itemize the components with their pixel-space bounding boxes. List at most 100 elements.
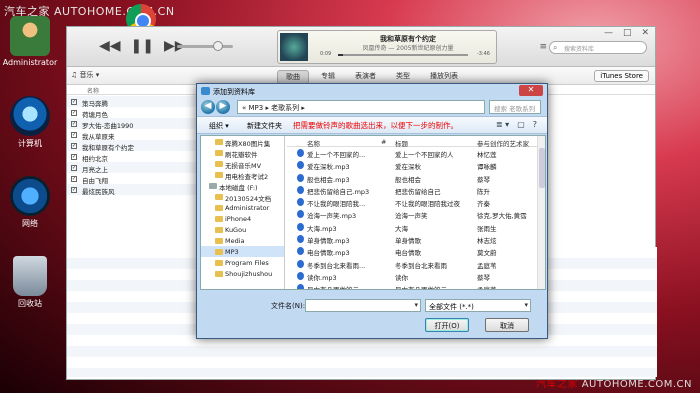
file-title: 沧海一声笑	[395, 212, 428, 221]
view-options-icon[interactable]: ≣ ▾	[496, 120, 509, 129]
filename-input[interactable]	[305, 299, 421, 312]
tree-item[interactable]: 本地磁盘 (F:)	[201, 180, 284, 192]
file-title: 爱上一个不回家的人	[395, 151, 454, 159]
tree-item[interactable]: Administrator	[201, 202, 284, 213]
song-row[interactable]: ✓ 策马奔腾	[67, 96, 197, 108]
dialog-title: 添加到资料库	[213, 88, 255, 96]
tab-songs[interactable]: 歌曲	[277, 70, 309, 84]
file-list-scrollbar[interactable]	[537, 136, 545, 289]
checkbox[interactable]: ✓	[71, 154, 77, 160]
tab-genres[interactable]: 类型	[388, 70, 418, 84]
library-search-input[interactable]: ⌕ 搜索资料库	[549, 41, 647, 54]
song-row[interactable]: ✓ 相约北京	[67, 151, 197, 163]
volume-knob[interactable]	[213, 41, 223, 51]
search-icon: ⌕	[553, 43, 558, 52]
desktop-icon-network[interactable]: 网络	[2, 176, 58, 229]
help-icon[interactable]: ?	[533, 120, 537, 129]
tree-item[interactable]: Program Files	[201, 257, 284, 268]
tree-item[interactable]: Shoujizhushou	[201, 268, 284, 279]
tab-artists[interactable]: 表演者	[347, 70, 384, 84]
list-menu-icon[interactable]: ≡	[539, 42, 547, 52]
song-row[interactable]: ✓ 荷塘月色	[67, 107, 197, 119]
window-controls: — □ ✕	[604, 28, 649, 38]
desktop-icon-administrator[interactable]: Administrator	[2, 16, 58, 67]
file-row[interactable]: 把悲伤留给自己.mp3 把悲伤留给自己 陈升	[287, 184, 543, 196]
file-artist: 莫文蔚	[477, 249, 497, 258]
checkbox[interactable]: ✓	[71, 99, 77, 105]
file-title: 读你	[395, 273, 408, 282]
file-row[interactable]: 单身情歌.mp3 单身情歌 林志炫	[287, 233, 543, 245]
song-row[interactable]: ✓ 自由飞翔	[67, 173, 197, 185]
tree-item[interactable]: 20130524文档	[201, 191, 284, 203]
checkbox[interactable]: ✓	[71, 187, 77, 193]
song-row[interactable]: ✓ 我和草原有个约定	[67, 140, 197, 152]
checkbox[interactable]: ✓	[71, 143, 77, 149]
view-controls: ≣ ▾ ▢ ?	[496, 120, 537, 129]
minimize-icon[interactable]: —	[604, 28, 613, 38]
file-row[interactable]: 沧海一声笑.mp3 沧海一声笑 徐克,罗大佑,黄霑	[287, 208, 543, 220]
song-row[interactable]: ✓ 我从草原来	[67, 129, 197, 141]
itunes-store-button[interactable]: iTunes Store	[594, 70, 649, 82]
column-number[interactable]: #	[381, 138, 386, 146]
organize-menu[interactable]: 组织 ▾	[209, 121, 229, 131]
tree-item[interactable]: 无损音乐MV	[201, 158, 284, 170]
folder-search-input[interactable]: 搜索 老歌系列	[489, 100, 541, 114]
file-row[interactable]: 读你.mp3 读你 蔡琴	[287, 270, 543, 282]
address-bar[interactable]: « MP3 ▸ 老歌系列 ▸	[237, 100, 485, 114]
song-progress-bar[interactable]	[338, 54, 468, 56]
tree-item[interactable]: 奔腾X80图片集	[201, 136, 284, 148]
music-file-icon	[297, 198, 304, 207]
pause-icon[interactable]: ❚❚	[131, 38, 154, 54]
tree-item[interactable]: 刷花瓣软件	[201, 147, 284, 159]
back-arrow-icon[interactable]: ◀	[201, 100, 215, 114]
checkbox[interactable]: ✓	[71, 110, 77, 116]
file-row[interactable]: 冬季到台北来看雨... 冬季到台北来看雨 孟庭苇	[287, 258, 543, 270]
recycle-bin-icon	[13, 256, 47, 296]
file-row[interactable]: 电台情歌.mp3 电台情歌 莫文蔚	[287, 245, 543, 257]
new-folder-button[interactable]: 新建文件夹	[247, 121, 282, 131]
file-row[interactable]: 爱在深秋.mp3 爱在深秋 谭咏麟	[287, 159, 543, 171]
volume-slider[interactable]	[177, 41, 233, 51]
add-to-library-dialog: 添加到资料库 ✕ ◀ ▶ « MP3 ▸ 老歌系列 ▸ 搜索 老歌系列 组织 ▾…	[196, 83, 548, 339]
forward-arrow-icon[interactable]: ▶	[216, 100, 230, 114]
checkbox[interactable]: ✓	[71, 121, 77, 127]
maximize-icon[interactable]: □	[623, 28, 632, 38]
tree-item[interactable]: 用电检查考试2	[201, 169, 284, 181]
file-row[interactable]: 般也相会.mp3 般也相会 蔡琴	[287, 172, 543, 184]
preview-pane-icon[interactable]: ▢	[517, 120, 525, 129]
desktop-icon-recycle-bin[interactable]: 回收站	[2, 256, 58, 309]
tab-albums[interactable]: 专辑	[313, 70, 343, 84]
tree-item[interactable]: KuGou	[201, 224, 284, 235]
dialog-footer: 文件名(N): 全部文件 (*.*) 打开(O) 取消	[197, 294, 547, 338]
file-type-filter[interactable]: 全部文件 (*.*)	[425, 299, 531, 312]
tree-item[interactable]: iPhone4	[201, 213, 284, 224]
checkbox[interactable]: ✓	[71, 176, 77, 182]
tree-item-label: Program Files	[225, 259, 269, 267]
tab-playlists[interactable]: 播放列表	[422, 70, 466, 84]
library-selector[interactable]: ♫ 音乐 ▾	[71, 70, 99, 80]
transport-controls: ◀◀ ❚❚ ▶▶	[99, 38, 186, 54]
cancel-button[interactable]: 取消	[485, 318, 529, 332]
dialog-close-button[interactable]: ✕	[519, 85, 543, 96]
checkbox[interactable]: ✓	[71, 165, 77, 171]
song-row[interactable]: ✓ 罗大佑-恋曲1990	[67, 118, 197, 130]
file-row[interactable]: 不让我的眼泪陪我... 不让我的眼泪陪我过夜 齐秦	[287, 196, 543, 208]
file-artist: 孟庭苇	[477, 284, 539, 289]
open-button[interactable]: 打开(O)	[425, 318, 469, 332]
checkbox[interactable]: ✓	[71, 132, 77, 138]
song-row[interactable]: ✓ 最炫民族风	[67, 184, 197, 196]
file-artist: 蔡琴	[477, 175, 490, 184]
file-row[interactable]: 大海.mp3 大海 张雨生	[287, 221, 543, 233]
scrollbar-thumb[interactable]	[539, 148, 545, 188]
desktop-icon-computer[interactable]: 计算机	[2, 96, 58, 149]
tree-item-label: Shoujizhushou	[225, 270, 273, 278]
folder-tree: 奔腾X80图片集 刷花瓣软件 无损音乐MV 用电检查考试2 本地磁盘 (F:) 20130…	[201, 136, 285, 289]
file-artist: 齐秦	[477, 200, 490, 209]
tree-item[interactable]: Media	[201, 235, 284, 246]
previous-track-icon[interactable]: ◀◀	[99, 38, 121, 54]
file-row[interactable]: 爱上一个不回家的... 爱上一个不回家的人 林忆莲	[287, 147, 543, 159]
song-row[interactable]: ✓ 月亮之上	[67, 162, 197, 174]
file-row[interactable]: 风中有朵雨做的云... 风中有朵雨做的云孟庭苇	[287, 282, 543, 289]
close-icon[interactable]: ✕	[641, 28, 649, 38]
tree-item[interactable]: MP3	[201, 246, 284, 257]
